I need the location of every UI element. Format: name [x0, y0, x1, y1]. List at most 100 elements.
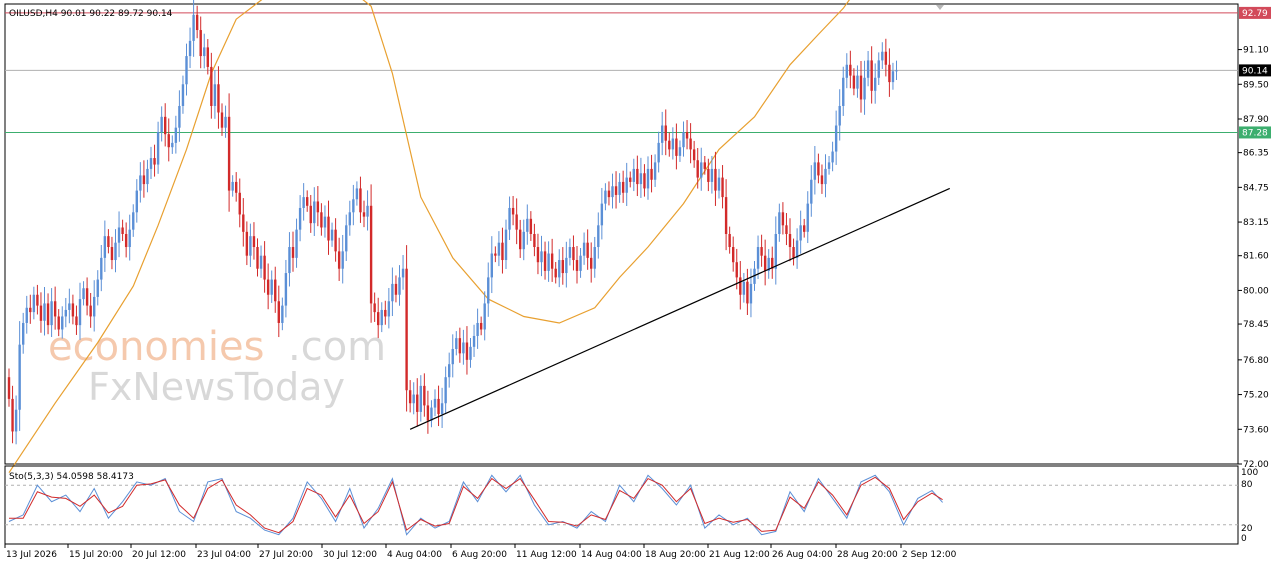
- candle-body: [661, 125, 664, 143]
- candle-body: [671, 138, 675, 150]
- level-badge-label: 87.28: [1242, 128, 1268, 138]
- candle-body: [345, 225, 348, 252]
- candle-body: [724, 197, 728, 234]
- candle-body: [387, 301, 391, 317]
- candle-body: [7, 377, 11, 399]
- candle-body: [891, 71, 895, 83]
- candle-body: [430, 407, 433, 421]
- candle-body: [593, 247, 596, 269]
- candle-body: [142, 175, 146, 185]
- candle-body: [185, 56, 188, 85]
- candle-body: [742, 281, 746, 295]
- candle-body: [277, 301, 280, 323]
- candle-body: [522, 231, 525, 250]
- candle-body: [43, 303, 46, 321]
- y-tick-label: 80.00: [1243, 286, 1269, 296]
- candle-body: [664, 125, 667, 141]
- candle-body: [18, 344, 21, 410]
- candle-body: [895, 70, 898, 72]
- candle-body: [217, 84, 220, 113]
- candle-body: [465, 342, 469, 360]
- candle-body: [433, 398, 437, 408]
- candle-body: [103, 236, 107, 258]
- price-chart[interactable]: economies .com FxNewsToday OILUSD,H4 90.…: [0, 0, 1280, 567]
- candle-body: [117, 227, 121, 243]
- candle-body: [149, 158, 153, 169]
- y-tick-label: 89.50: [1243, 80, 1269, 90]
- candle-body: [22, 322, 25, 345]
- candle-body: [213, 84, 217, 106]
- level-badge-label: 92.79: [1242, 9, 1268, 19]
- y-tick-label: 75.20: [1243, 391, 1269, 401]
- candle-body: [817, 162, 820, 176]
- candle-body: [78, 299, 82, 326]
- x-tick-label: 11 Aug 12:00: [516, 550, 577, 560]
- candle-body: [369, 205, 373, 304]
- candle-body: [763, 255, 767, 271]
- candle-body: [440, 403, 444, 415]
- y-tick-label: 81.60: [1243, 252, 1269, 262]
- candle-body: [668, 140, 671, 150]
- candle-body: [558, 260, 561, 278]
- candle-body: [100, 257, 103, 280]
- candle-body: [68, 303, 71, 310]
- candle-body: [728, 234, 731, 248]
- candle-body: [380, 309, 383, 326]
- candle-body: [188, 40, 192, 57]
- candle-body: [57, 316, 60, 330]
- candle-body: [632, 168, 635, 182]
- candle-body: [373, 303, 376, 313]
- candle-body: [139, 175, 142, 191]
- candle-body: [160, 116, 163, 133]
- candle-body: [888, 64, 891, 83]
- candle-body: [735, 262, 738, 278]
- candle-body: [36, 294, 39, 306]
- candle-body: [746, 281, 749, 304]
- candle-body: [842, 77, 845, 106]
- candle-body: [352, 199, 355, 213]
- candle-body: [82, 288, 85, 300]
- y-tick-label: 76.80: [1243, 356, 1269, 366]
- candle-body: [732, 247, 735, 263]
- candle-body: [472, 335, 476, 347]
- candle-body: [536, 247, 540, 263]
- candle-body: [866, 60, 870, 78]
- x-tick-label: 15 Jul 20:00: [69, 550, 123, 560]
- y-tick-label: 87.90: [1243, 115, 1269, 125]
- y-tick-label: 84.75: [1243, 183, 1269, 193]
- x-tick-label: 28 Aug 20:00: [837, 550, 898, 560]
- candle-body: [281, 305, 284, 323]
- candle-body: [391, 283, 394, 302]
- y-tick-label: 78.45: [1243, 320, 1269, 330]
- candle-body: [323, 216, 327, 228]
- candle-body: [327, 216, 330, 241]
- candle-body: [653, 162, 657, 180]
- candle-body: [39, 305, 43, 321]
- x-tick-label: 20 Jul 12:00: [132, 550, 186, 560]
- candle-body: [355, 188, 359, 200]
- candle-body: [458, 338, 462, 354]
- candle-body: [479, 322, 483, 330]
- candle-body: [320, 212, 323, 228]
- candle-body: [611, 186, 614, 198]
- candle-body: [306, 197, 309, 206]
- candle-body: [394, 283, 398, 295]
- candle-body: [259, 255, 263, 269]
- candle-body: [824, 168, 827, 185]
- candle-body: [245, 231, 249, 256]
- candle-body: [263, 255, 266, 280]
- candle-body: [877, 60, 880, 78]
- candle-body: [845, 64, 848, 78]
- candle-body: [462, 342, 465, 354]
- candle-body: [881, 51, 884, 61]
- candle-body: [550, 253, 554, 269]
- candle-body: [29, 307, 32, 313]
- candle-body: [785, 225, 788, 234]
- candle: [405, 245, 408, 412]
- candle-body: [565, 257, 568, 274]
- candle-body: [359, 188, 362, 213]
- candle-body: [313, 201, 316, 224]
- candle-body: [586, 242, 589, 258]
- candle-body: [607, 190, 611, 198]
- candle-body: [256, 247, 259, 269]
